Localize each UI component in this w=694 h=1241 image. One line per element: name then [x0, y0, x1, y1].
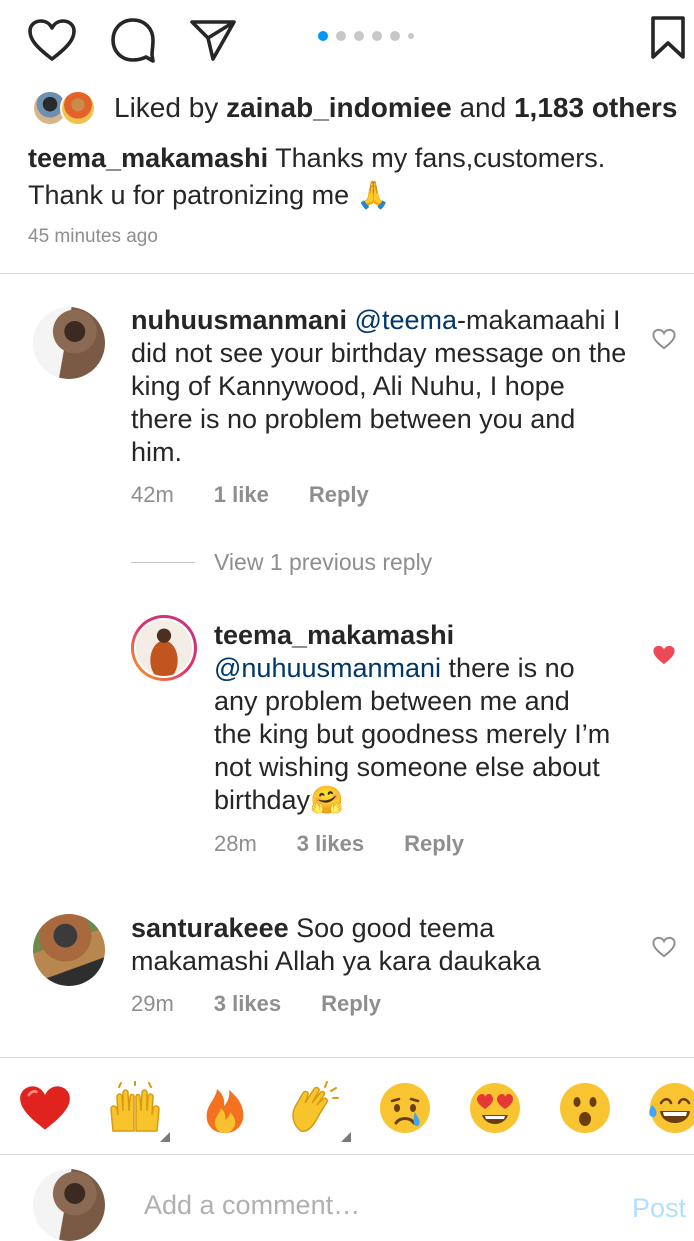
comment-meta: 42m 1 like Reply: [131, 482, 369, 508]
emoji-variant-indicator: [160, 1132, 170, 1142]
astonished-face-icon: [560, 1083, 610, 1133]
red-heart-icon: [20, 1086, 70, 1130]
comment-bubble-icon: [111, 18, 155, 63]
carousel-indicator: [318, 31, 414, 41]
avatar: [60, 90, 96, 126]
carousel-dot: [318, 31, 328, 41]
emoji-fire[interactable]: [197, 1080, 253, 1136]
comment-time: 28m: [214, 831, 257, 856]
comment-input[interactable]: Add a comment…: [144, 1190, 360, 1221]
replies-line: [131, 562, 195, 563]
comment-likes[interactable]: 3 likes: [214, 991, 281, 1017]
avatar: [134, 618, 194, 678]
comment-like-button[interactable]: [652, 936, 676, 963]
likes-prefix: Liked by: [114, 92, 227, 123]
caption-username[interactable]: teema_makamashi: [28, 143, 268, 173]
comment-body: santurakeee Soo good teema makamashi All…: [131, 912, 631, 978]
carousel-dot: [354, 31, 364, 41]
reply-button[interactable]: Reply: [309, 482, 369, 508]
reply-body: teema_makamashi @nuhuusmanmani there is n…: [214, 619, 614, 817]
heart-eyes-icon: [470, 1083, 520, 1133]
post-button[interactable]: Post: [632, 1193, 686, 1224]
comment-avatar[interactable]: [33, 307, 105, 379]
comment-likes[interactable]: 1 like: [214, 482, 269, 508]
share-button[interactable]: [188, 17, 238, 63]
view-replies-button[interactable]: View 1 previous reply: [214, 549, 432, 576]
send-paper-plane-icon: [190, 20, 236, 61]
liker-username[interactable]: zainab_indomiee: [226, 92, 452, 123]
comment-avatar[interactable]: [33, 914, 105, 986]
emoji-red-heart[interactable]: [17, 1080, 73, 1136]
comment-username[interactable]: santurakeee: [131, 913, 289, 943]
emoji-variant-indicator: [341, 1132, 351, 1142]
comment-meta: 28m 3 likes Reply: [214, 831, 464, 857]
carousel-dot: [390, 31, 400, 41]
emoji-crying-face[interactable]: [377, 1080, 433, 1136]
comment-meta: 29m 3 likes Reply: [131, 991, 381, 1017]
likes-summary[interactable]: Liked by zainab_indomiee and 1,183 other…: [32, 88, 677, 128]
tears-of-joy-icon: [649, 1083, 694, 1133]
emoji-raising-hands[interactable]: [107, 1080, 163, 1136]
emoji-tears-of-joy[interactable]: [647, 1080, 694, 1136]
comment-button[interactable]: [108, 17, 158, 63]
carousel-dot: [408, 33, 414, 39]
current-user-avatar: [33, 1169, 105, 1241]
reply-avatar[interactable]: [131, 615, 197, 681]
heart-outline-icon: [652, 936, 676, 958]
post-caption: teema_makamashi Thanks my fans,customers…: [28, 140, 658, 214]
likes-middle: and: [451, 92, 514, 123]
comment-username[interactable]: teema_makamashi: [214, 620, 454, 650]
quick-emoji-bar: [0, 1058, 694, 1154]
divider: [0, 1154, 694, 1155]
comment-mention[interactable]: @nuhuusmanmani: [214, 653, 441, 683]
liker-avatars: [32, 88, 100, 128]
carousel-dot: [336, 31, 346, 41]
heart-outline-icon: [28, 19, 76, 61]
comment-mention[interactable]: @teema: [355, 305, 457, 335]
like-button[interactable]: [26, 17, 78, 63]
emoji-astonished-face[interactable]: [557, 1080, 613, 1136]
carousel-dot: [372, 31, 382, 41]
heart-outline-icon: [652, 328, 676, 350]
comment-username[interactable]: nuhuusmanmani: [131, 305, 347, 335]
reply-button[interactable]: Reply: [404, 831, 464, 857]
raising-hands-icon: [110, 1081, 160, 1132]
comment-time: 29m: [131, 991, 174, 1016]
bookmark-icon: [651, 16, 685, 59]
crying-face-icon: [380, 1083, 430, 1133]
emoji-heart-eyes[interactable]: [467, 1080, 523, 1136]
comment-likes[interactable]: 3 likes: [297, 831, 364, 857]
comment-like-button[interactable]: [652, 328, 676, 355]
clapping-hands-icon: [292, 1081, 339, 1132]
comment-body: nuhuusmanmani @teema-makamaahi I did not…: [131, 304, 631, 469]
heart-filled-icon: [653, 645, 675, 665]
save-button[interactable]: [646, 14, 690, 62]
comment-like-button[interactable]: [652, 644, 676, 671]
likes-others[interactable]: 1,183 others: [514, 92, 677, 123]
emoji-clapping-hands[interactable]: [287, 1080, 343, 1136]
divider: [0, 273, 694, 274]
reply-button[interactable]: Reply: [321, 991, 381, 1017]
fire-icon: [206, 1089, 244, 1133]
post-timestamp: 45 minutes ago: [28, 226, 158, 247]
comment-time: 42m: [131, 482, 174, 507]
